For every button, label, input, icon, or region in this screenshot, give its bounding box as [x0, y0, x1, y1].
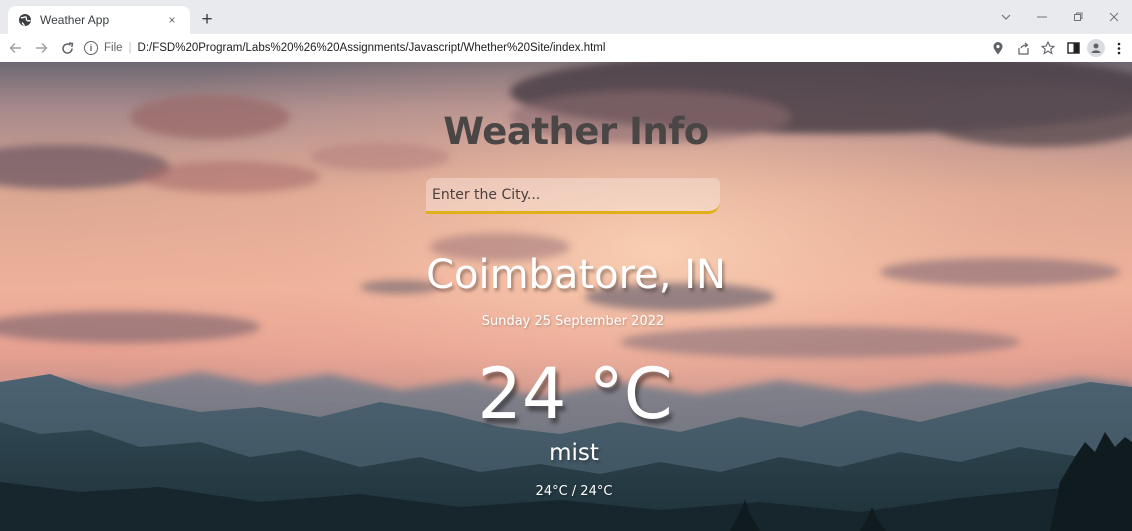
file-label: File: [104, 42, 123, 54]
high-low-temperature: 24°C / 24°C: [535, 484, 613, 499]
tab-title: Weather App: [40, 13, 110, 27]
reload-icon[interactable]: [56, 37, 78, 59]
forward-arrow-icon[interactable]: [30, 37, 52, 59]
back-arrow-icon[interactable]: [4, 37, 26, 59]
star-icon[interactable]: [1037, 37, 1059, 59]
url-separator: |: [128, 42, 132, 54]
profile-icon[interactable]: [1087, 39, 1105, 57]
url-text[interactable]: D:/FSD%20Program/Labs%20%26%20Assignment…: [138, 42, 606, 54]
address-bar[interactable]: i File | D:/FSD%20Program/Labs%20%26%20A…: [84, 41, 984, 55]
restore-icon[interactable]: [1060, 0, 1096, 34]
weather-app: Weather Info Coimbatore, IN Sunday 25 Se…: [0, 62, 1132, 531]
page-viewport: Weather Info Coimbatore, IN Sunday 25 Se…: [0, 62, 1132, 531]
window-controls: [988, 0, 1132, 34]
current-temperature: 24 °C: [477, 353, 673, 435]
weather-condition: mist: [549, 440, 599, 466]
browser-tab[interactable]: Weather App ×: [8, 6, 190, 34]
location-pin-icon[interactable]: [987, 37, 1009, 59]
info-icon[interactable]: i: [84, 41, 98, 55]
share-icon[interactable]: [1012, 37, 1034, 59]
kebab-menu-icon[interactable]: [1108, 37, 1130, 59]
page-title: Weather Info: [443, 110, 709, 153]
browser-toolbar: i File | D:/FSD%20Program/Labs%20%26%20A…: [0, 34, 1132, 62]
side-panel-icon[interactable]: [1062, 37, 1084, 59]
new-tab-button[interactable]: +: [196, 9, 218, 31]
minimize-icon[interactable]: [1024, 0, 1060, 34]
city-search-container: [426, 178, 720, 214]
globe-icon: [18, 13, 32, 27]
tab-close-icon[interactable]: ×: [164, 12, 180, 28]
city-name: Coimbatore, IN: [426, 252, 726, 298]
toolbar-actions: [984, 37, 1130, 59]
current-date: Sunday 25 September 2022: [481, 314, 665, 329]
tab-search-icon[interactable]: [988, 0, 1024, 34]
close-window-icon[interactable]: [1096, 0, 1132, 34]
city-search-input[interactable]: [426, 178, 720, 211]
browser-tab-strip: Weather App × +: [0, 0, 1132, 34]
